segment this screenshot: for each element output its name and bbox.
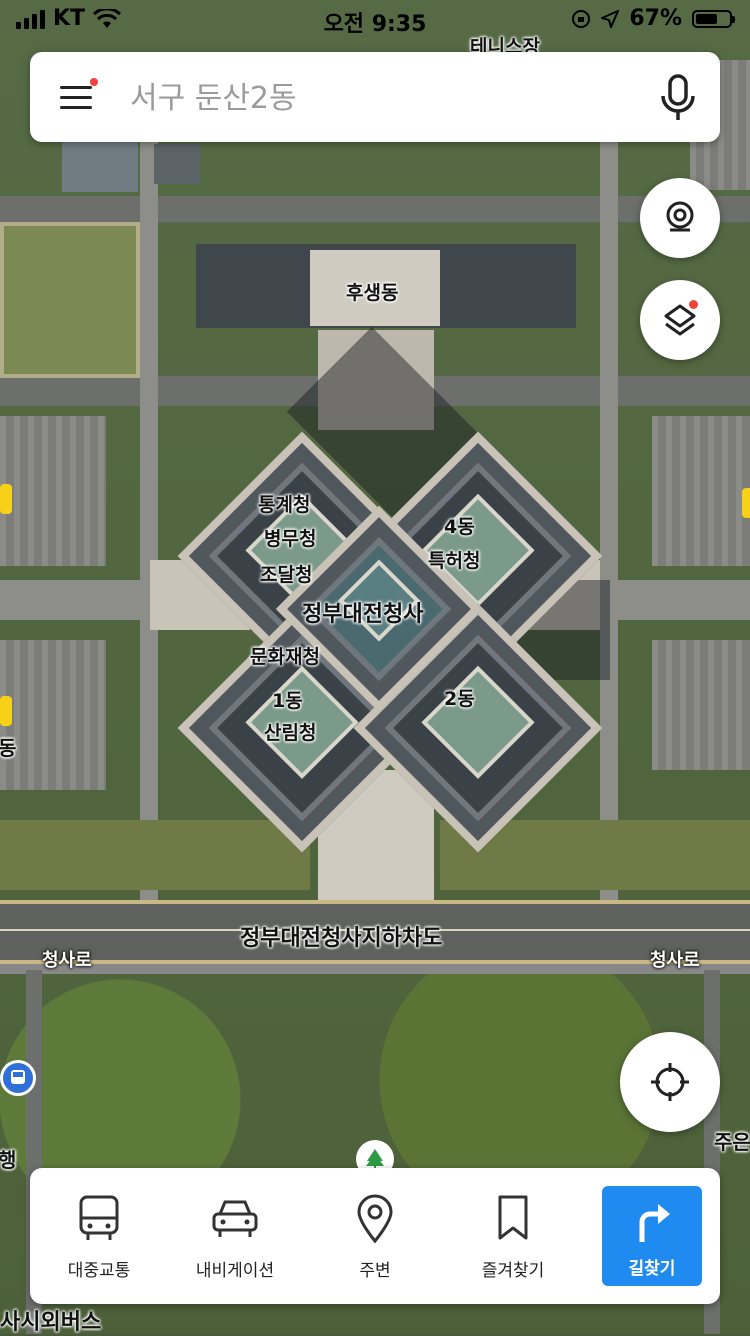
voice-search-button[interactable] <box>658 74 698 122</box>
label-underpass[interactable]: 정부대전청사지하차도 <box>240 920 442 952</box>
label-forest-service[interactable]: 산림청 <box>264 718 316 745</box>
nav-transit[interactable]: 대중교통 <box>34 1168 164 1304</box>
street-view-camera-icon <box>666 201 694 232</box>
label-procurement-service[interactable]: 조달청 <box>260 560 312 587</box>
label-road-east: 청사로 <box>650 950 700 971</box>
nav-favorites[interactable]: 즐겨찾기 <box>448 1168 578 1304</box>
label-welfare-building[interactable]: 후생동 <box>346 278 398 305</box>
nav-nearby-label: 주변 <box>359 1261 391 1281</box>
turn-right-arrow-icon <box>639 1204 670 1242</box>
nav-directions-button[interactable]: 길찾기 <box>602 1186 702 1286</box>
current-location-button[interactable] <box>620 1032 720 1132</box>
label-building-1[interactable]: 1동 <box>272 686 303 713</box>
poi-marker-right-1[interactable] <box>742 488 750 518</box>
label-cultural-heritage[interactable]: 문화재청 <box>250 642 320 669</box>
label-edge-left-mid: 행 <box>0 1148 17 1172</box>
search-bar[interactable] <box>30 52 720 142</box>
location-arrow-icon <box>601 9 620 28</box>
current-location-icon <box>651 1063 689 1101</box>
label-building-2[interactable]: 2동 <box>444 684 475 711</box>
label-military-manpower[interactable]: 병무청 <box>264 524 316 551</box>
notification-dot <box>90 78 98 86</box>
poi-marker-left-2[interactable] <box>0 696 12 726</box>
label-road-west: 청사로 <box>42 950 92 971</box>
street-view-button[interactable] <box>640 178 720 258</box>
battery-percent: 67% <box>629 6 682 31</box>
satellite-map[interactable]: 테니스장 후생동 통계청 병무청 조달청 4동 특허청 정부대전청사 문화재청 … <box>0 0 750 1336</box>
nav-directions-label: 길찾기 <box>628 1259 676 1279</box>
label-government-complex[interactable]: 정부대전청사 <box>302 596 423 628</box>
location-pin-icon <box>357 1194 393 1244</box>
menu-button[interactable] <box>56 78 98 116</box>
bus-icon <box>79 1195 119 1240</box>
notification-dot <box>689 300 698 309</box>
label-statistics-korea[interactable]: 통계청 <box>258 490 310 517</box>
nav-navigation[interactable]: 내비게이션 <box>170 1168 300 1304</box>
poi-marker-left-1[interactable] <box>0 484 12 514</box>
car-icon <box>212 1200 258 1237</box>
search-input[interactable] <box>128 72 632 124</box>
bottom-navigation: 대중교통 내비게이션 주변 즐겨찾기 길찾기 <box>30 1168 720 1304</box>
nav-navigation-label: 내비게이션 <box>195 1261 275 1281</box>
nav-nearby[interactable]: 주변 <box>310 1168 440 1304</box>
battery-icon <box>692 9 735 28</box>
label-edge-right: 주은 <box>714 1130 750 1154</box>
microphone-icon <box>661 74 695 120</box>
label-building-4[interactable]: 4동 <box>444 512 475 539</box>
orientation-lock-icon <box>572 9 591 28</box>
nav-transit-label: 대중교통 <box>67 1261 131 1281</box>
layers-button[interactable] <box>640 280 720 360</box>
nav-favorites-label: 즐겨찾기 <box>481 1261 545 1281</box>
status-bar: KT 오전 9:35 67% <box>0 0 750 40</box>
bus-stop-icon[interactable] <box>0 1060 36 1096</box>
label-patent-office[interactable]: 특허청 <box>428 546 480 573</box>
label-edge-left-top: 동 <box>0 736 17 760</box>
bookmark-icon <box>498 1195 528 1240</box>
label-bus-terminal[interactable]: 사시외버스 <box>0 1304 101 1336</box>
